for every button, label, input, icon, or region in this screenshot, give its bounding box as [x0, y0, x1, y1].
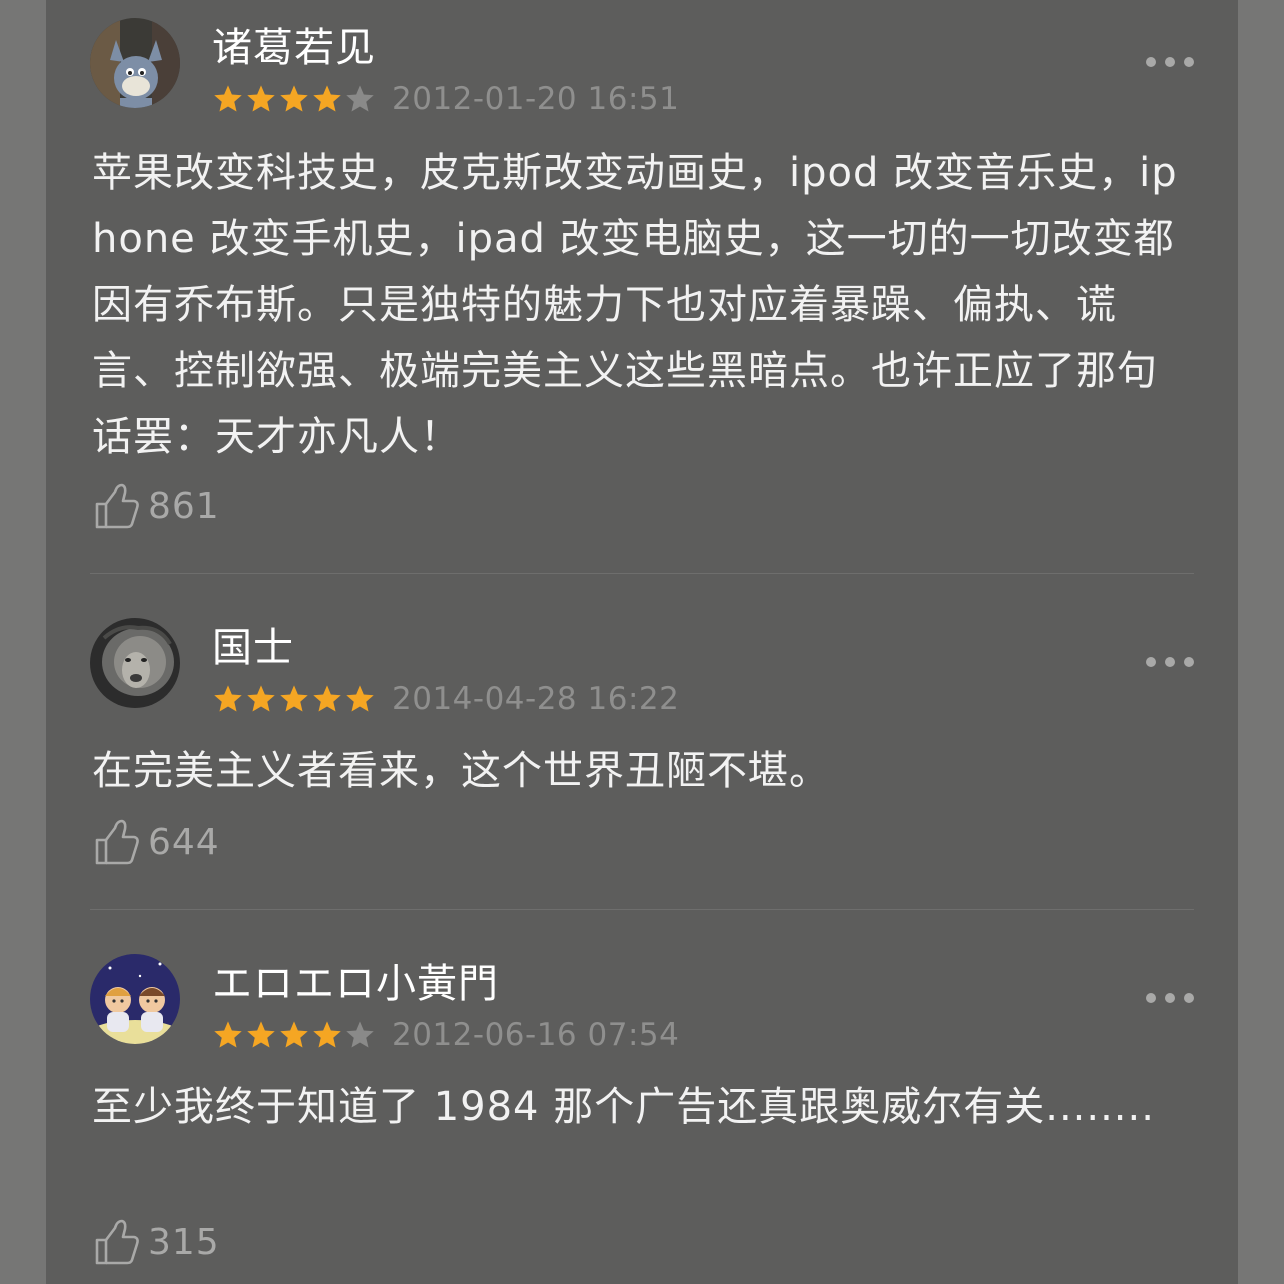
rating-row: 2014-04-28 16:22	[212, 681, 680, 717]
dot-icon	[1184, 57, 1194, 67]
like-count: 861	[148, 485, 220, 527]
star-filled-icon	[247, 685, 275, 712]
dot-icon	[1146, 993, 1156, 1003]
dot-icon	[1165, 57, 1175, 67]
more-options-button[interactable]	[1146, 990, 1194, 1006]
user-avatar[interactable]	[90, 954, 180, 1044]
like-count: 644	[148, 821, 220, 863]
user-avatar[interactable]	[90, 18, 180, 108]
astronaut-kids-avatar-icon	[90, 954, 180, 1044]
dot-icon	[1165, 993, 1175, 1003]
username[interactable]: 诸葛若见	[212, 28, 376, 68]
star-filled-icon	[214, 685, 242, 712]
thumbs-up-icon	[95, 483, 139, 529]
star-filled-icon	[280, 85, 308, 112]
like-count: 315	[148, 1221, 220, 1263]
star-filled-icon	[280, 1021, 308, 1048]
rating-row: 2012-06-16 07:54	[212, 1017, 680, 1053]
star-filled-icon	[214, 85, 242, 112]
like-button[interactable]: 644	[94, 818, 220, 866]
thumbs-up-icon	[95, 1219, 139, 1265]
dot-icon	[1184, 657, 1194, 667]
rating-row: 2012-01-20 16:51	[212, 81, 680, 117]
star-rating	[212, 1019, 376, 1051]
username[interactable]: 国士	[212, 628, 294, 668]
more-options-button[interactable]	[1146, 654, 1194, 670]
like-button[interactable]: 861	[94, 482, 220, 530]
divider	[90, 909, 1194, 910]
dot-icon	[1184, 993, 1194, 1003]
user-avatar[interactable]	[90, 618, 180, 708]
dot-icon	[1146, 657, 1156, 667]
divider	[90, 573, 1194, 574]
comment-date: 2012-01-20 16:51	[392, 81, 680, 117]
star-filled-icon	[313, 685, 341, 712]
star-filled-icon	[313, 1021, 341, 1048]
comment-text: 至少我终于知道了 1984 那个广告还真跟奥威尔有关........	[92, 1084, 1155, 1130]
lion-avatar-icon	[90, 618, 180, 708]
comment-list: 诸葛若见 2012-01-20 16:51 苹果改变科技史，皮克斯改变动画史，i…	[46, 0, 1238, 1284]
star-filled-icon	[214, 1021, 242, 1048]
star-rating	[212, 83, 376, 115]
star-empty-icon	[346, 1021, 374, 1048]
username[interactable]: エロエロ小黃門	[212, 964, 499, 1004]
star-rating	[212, 683, 376, 715]
comment-date: 2014-04-28 16:22	[392, 681, 680, 717]
star-filled-icon	[280, 685, 308, 712]
comment-text: 在完美主义者看来，这个世界丑陋不堪。	[92, 748, 830, 794]
star-empty-icon	[346, 85, 374, 112]
comment-date: 2012-06-16 07:54	[392, 1017, 680, 1053]
dot-icon	[1165, 657, 1175, 667]
star-filled-icon	[313, 85, 341, 112]
star-filled-icon	[247, 1021, 275, 1048]
comment-text: 苹果改变科技史，皮克斯改变动画史，ipod 改变音乐史，iphone 改变手机史…	[92, 150, 1178, 460]
more-options-button[interactable]	[1146, 54, 1194, 70]
tom-cat-avatar-icon	[90, 18, 180, 108]
like-button[interactable]: 315	[94, 1218, 220, 1266]
dot-icon	[1146, 57, 1156, 67]
thumbs-up-icon	[95, 819, 139, 865]
star-filled-icon	[247, 85, 275, 112]
star-filled-icon	[346, 685, 374, 712]
